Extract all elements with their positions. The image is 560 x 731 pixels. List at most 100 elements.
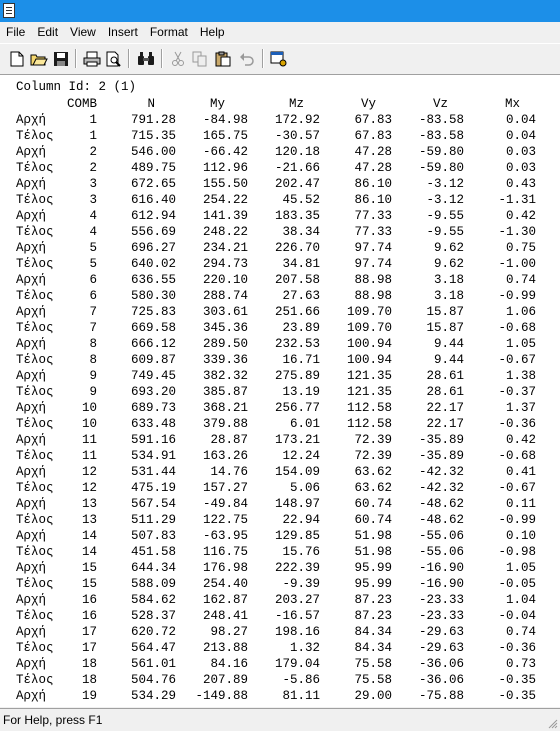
cut-icon[interactable] xyxy=(168,49,188,68)
cell-mx: 0.04 xyxy=(505,129,536,143)
cell-vz: -29.63 xyxy=(418,641,464,655)
header-vy: Vy xyxy=(360,97,376,111)
cell-vz: 28.61 xyxy=(426,385,464,399)
cell-mx: -0.67 xyxy=(498,481,536,495)
cell-vy: 86.10 xyxy=(354,193,392,207)
properties-icon[interactable] xyxy=(269,49,289,68)
save-icon[interactable] xyxy=(51,49,71,68)
find-icon[interactable] xyxy=(136,49,156,68)
table-row: Τέλος 1 715.35 165.75 -30.57 67.83 -83.58 0.04 xyxy=(0,128,560,144)
cell-vy: 112.58 xyxy=(346,401,392,415)
cell-n: 528.37 xyxy=(130,609,176,623)
undo-icon[interactable] xyxy=(237,49,257,68)
position-label: Τέλος xyxy=(16,161,54,175)
cell-vy: 86.10 xyxy=(354,177,392,191)
table-row: Τέλος 12 475.19 157.27 5.06 63.62 -42.32 -0.67 xyxy=(0,480,560,496)
table-row: Τέλος 6 580.30 288.74 27.63 88.98 3.18 -0.99 xyxy=(0,288,560,304)
cell-vy: 47.28 xyxy=(354,161,392,175)
print-preview-icon[interactable] xyxy=(104,49,124,68)
menu-help[interactable]: Help xyxy=(194,22,231,42)
new-file-icon[interactable] xyxy=(7,49,27,68)
cell-mz: 256.77 xyxy=(274,401,320,415)
cell-n: 561.01 xyxy=(130,657,176,671)
cell-n: 636.55 xyxy=(130,273,176,287)
position-label: Αρχή xyxy=(16,273,47,287)
open-folder-icon[interactable] xyxy=(29,49,49,68)
cell-mx: -0.98 xyxy=(498,545,536,559)
position-label: Τέλος xyxy=(16,321,54,335)
cell-mz: 198.16 xyxy=(274,625,320,639)
cell-vy: 60.74 xyxy=(354,497,392,511)
header-my: My xyxy=(209,97,225,111)
menu-format[interactable]: Format xyxy=(144,22,194,42)
cell-vz: -36.06 xyxy=(418,673,464,687)
cell-mx: 0.03 xyxy=(505,145,536,159)
menu-view[interactable]: View xyxy=(64,22,102,42)
cell-mx: -0.36 xyxy=(498,417,536,431)
cell-mx: 0.73 xyxy=(505,657,536,671)
menu-edit[interactable]: Edit xyxy=(31,22,64,42)
cell-mz: 207.58 xyxy=(274,273,320,287)
position-label: Τέλος xyxy=(16,449,54,463)
position-label: Τέλος xyxy=(16,641,54,655)
cell-my: 382.32 xyxy=(202,369,248,383)
table-row: Τέλος 7 669.58 345.36 23.89 109.70 15.87 -0.68 xyxy=(0,320,560,336)
table-row: Αρχή 16 584.62 162.87 203.27 87.23 -23.33 1.04 xyxy=(0,592,560,608)
position-label: Αρχή xyxy=(16,209,47,223)
cell-vy: 109.70 xyxy=(346,321,392,335)
table-row: Τέλος 14 451.58 116.75 15.76 51.98 -55.06 -0.98 xyxy=(0,544,560,560)
cell-my: 294.73 xyxy=(202,257,248,271)
cell-my: 155.50 xyxy=(202,177,248,191)
cell-mz: 148.97 xyxy=(274,497,320,511)
resize-grip-icon[interactable] xyxy=(548,719,558,729)
table-row: Τέλος 13 511.29 122.75 22.94 60.74 -48.62 -0.99 xyxy=(0,512,560,528)
header-mz: Mz xyxy=(288,97,304,111)
column-id-line: Column Id: 2 (1) xyxy=(16,80,137,94)
cell-comb: 2 xyxy=(89,161,97,175)
cell-n: 489.75 xyxy=(130,161,176,175)
cell-comb: 4 xyxy=(89,225,97,239)
cell-mz: 1.32 xyxy=(289,641,320,655)
cell-vy: 60.74 xyxy=(354,513,392,527)
cell-comb: 1 xyxy=(89,129,97,143)
table-row: Αρχή 18 561.01 84.16 179.04 75.58 -36.06 0.73 xyxy=(0,656,560,672)
cell-n: 791.28 xyxy=(130,113,176,127)
copy-icon[interactable] xyxy=(190,49,210,68)
cell-vy: 84.34 xyxy=(354,641,392,655)
cell-vz: 9.44 xyxy=(433,353,464,367)
cell-vz: 15.87 xyxy=(426,305,464,319)
cell-my: 165.75 xyxy=(202,129,248,143)
cell-mx: -0.36 xyxy=(498,641,536,655)
cell-n: 612.94 xyxy=(130,209,176,223)
cell-mx: -0.68 xyxy=(498,321,536,335)
toolbar xyxy=(0,43,560,72)
paste-icon[interactable] xyxy=(213,49,233,68)
cell-vz: -55.06 xyxy=(418,545,464,559)
position-label: Τέλος xyxy=(16,129,54,143)
cell-vy: 51.98 xyxy=(354,529,392,543)
document-app-icon[interactable] xyxy=(3,3,15,18)
cell-mz: 226.70 xyxy=(274,241,320,255)
document-view[interactable]: Column Id: 2 (1) COMB N My Mz Vy Vz Mx Α… xyxy=(0,74,560,707)
table-header: COMB N My Mz Vy Vz Mx xyxy=(0,96,560,112)
cell-vz: -23.33 xyxy=(418,593,464,607)
cell-vz: -55.06 xyxy=(418,529,464,543)
menu-file[interactable]: File xyxy=(0,22,31,42)
menu-insert[interactable]: Insert xyxy=(102,22,144,42)
cell-n: 475.19 xyxy=(130,481,176,495)
status-text: For Help, press F1 xyxy=(3,713,103,727)
cell-my: 141.39 xyxy=(202,209,248,223)
table-row: Αρχή 9 749.45 382.32 275.89 121.35 28.61 1.38 xyxy=(0,368,560,384)
cell-mz: 202.47 xyxy=(274,177,320,191)
title-bar[interactable] xyxy=(0,0,560,22)
cell-n: 591.16 xyxy=(130,433,176,447)
print-icon[interactable] xyxy=(82,49,102,68)
position-label: Αρχή xyxy=(16,145,47,159)
cell-n: 689.73 xyxy=(130,401,176,415)
position-label: Τέλος xyxy=(16,481,54,495)
position-label: Αρχή xyxy=(16,433,47,447)
cell-vz: -16.90 xyxy=(418,561,464,575)
cell-vy: 67.83 xyxy=(354,129,392,143)
cell-comb: 11 xyxy=(81,449,97,463)
position-label: Αρχή xyxy=(16,369,47,383)
